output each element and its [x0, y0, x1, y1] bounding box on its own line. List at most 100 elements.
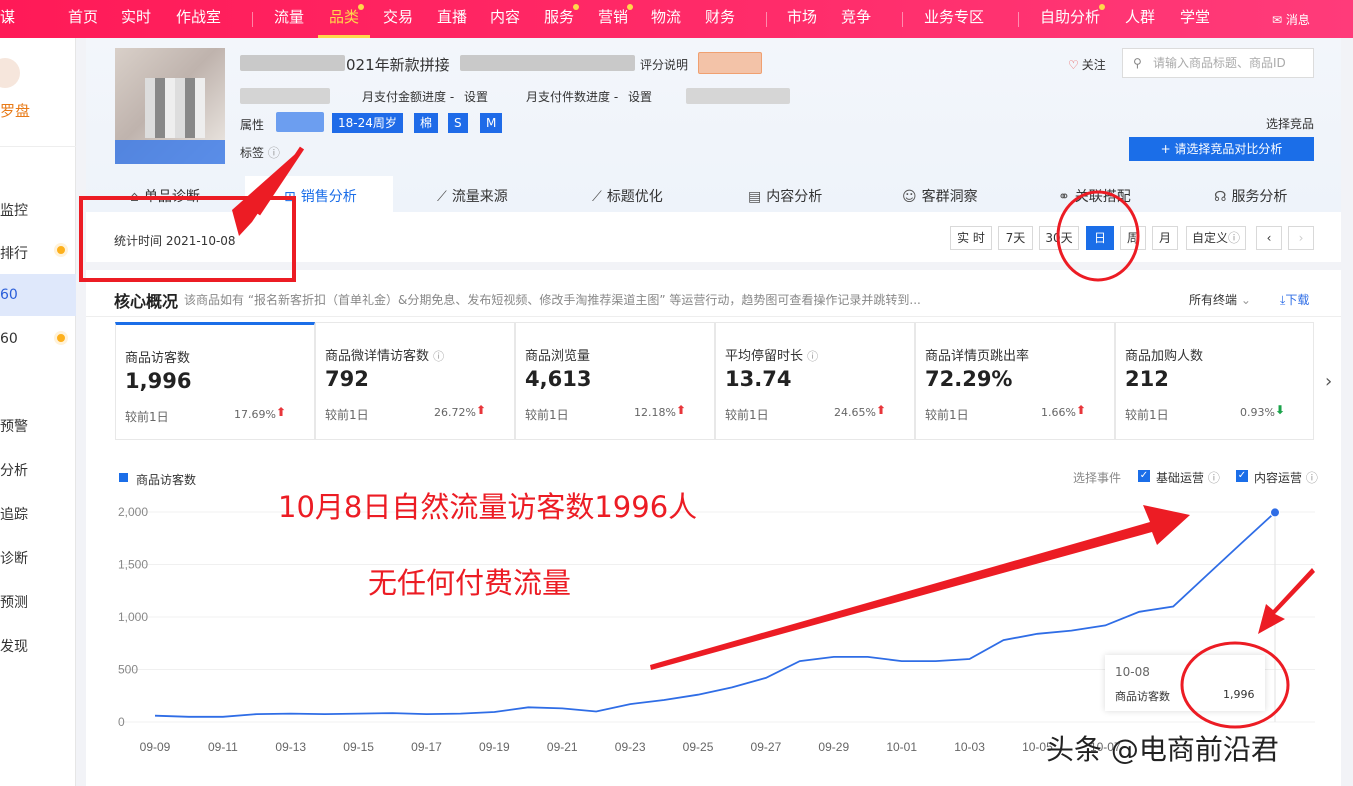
status-dot — [54, 243, 68, 257]
prev-button[interactable]: ‹ — [1256, 226, 1282, 250]
sidebar-item-alert[interactable]: 预警 — [0, 416, 28, 436]
tab-traffic-source[interactable]: ⟋ 流量来源 — [437, 186, 508, 206]
nav-home[interactable]: 首页 — [68, 6, 98, 27]
top-nav: 谋 首页 实时 作战室 流量 品类 交易 直播 内容 服务 营销 物流 财务 市… — [0, 0, 1353, 38]
sidebar-item-monitor[interactable]: 监控 — [0, 200, 28, 220]
sidebar-item-60[interactable]: 60 — [0, 331, 18, 347]
metric-title: 商品微详情访客数 ⓘ — [325, 345, 444, 364]
metric-value: 1,996 — [125, 369, 192, 393]
nav-content[interactable]: 内容 — [490, 6, 520, 27]
metric-card[interactable]: 商品访客数 1,996 较前1日 17.69% ⬆ — [115, 322, 315, 440]
sidebar-item-diagnose[interactable]: 诊断 — [0, 548, 28, 568]
nav-traffic[interactable]: 流量 — [274, 6, 304, 27]
sidebar-item-track[interactable]: 追踪 — [0, 504, 28, 524]
time-30d-button[interactable]: 30天 — [1039, 226, 1079, 250]
checkbox-content[interactable]: ✓ — [1236, 470, 1248, 482]
download-label: 下载 — [1285, 293, 1310, 307]
nav-self-analysis[interactable]: 自助分析 — [1040, 4, 1106, 27]
nav-marketing[interactable]: 营销 — [598, 4, 634, 27]
rating-link[interactable]: 评分说明 — [640, 56, 688, 73]
metric-card[interactable]: 商品加购人数 212 较前1日 0.93% ⬇ — [1115, 322, 1314, 440]
metric-card[interactable]: 商品微详情访客数 ⓘ 792 较前1日 26.72% ⬆ — [315, 322, 515, 440]
tab-bar — [86, 178, 1341, 212]
set-link[interactable]: 设置 — [628, 88, 652, 105]
tab-sales-analysis[interactable]: ⊞ 销售分析 — [284, 186, 357, 206]
nav-service[interactable]: 服务 — [544, 4, 580, 27]
tab-label: 单品诊断 — [143, 189, 200, 205]
nav-academy[interactable]: 学堂 — [1180, 6, 1210, 27]
next-button[interactable]: › — [1288, 226, 1314, 250]
tab-item-diagnosis[interactable]: ⌂ 单品诊断 — [130, 186, 200, 206]
tab-bundle[interactable]: ⚭ 关联搭配 — [1058, 186, 1131, 206]
metric-card[interactable]: 商品浏览量 4,613 较前1日 12.18% ⬆ — [515, 322, 715, 440]
time-realtime-button[interactable]: 实 时 — [950, 226, 992, 250]
checkbox-basic[interactable]: ✓ — [1138, 470, 1150, 482]
sidebar-item-analysis[interactable]: 分析 — [0, 460, 28, 480]
nav-realtime[interactable]: 实时 — [121, 6, 151, 27]
tab-content-analysis[interactable]: ▤ 内容分析 — [748, 186, 822, 206]
nav-business-zone[interactable]: 业务专区 — [924, 6, 984, 27]
tab-service-analysis[interactable]: ☊ 服务分析 — [1214, 186, 1287, 206]
tag-value: - — [298, 144, 303, 158]
arrow-up-icon: ⬆ — [675, 403, 686, 417]
tab-label: 服务分析 — [1231, 189, 1288, 205]
metric-change: 26.72% — [434, 406, 476, 419]
nav-market[interactable]: 市场 — [787, 6, 817, 27]
metric-change: 17.69% — [234, 408, 276, 421]
metric-title-text: 平均停留时长 — [725, 349, 804, 364]
nav-crowd[interactable]: 人群 — [1125, 6, 1155, 27]
checkbox-basic-text: 基础运营 — [1156, 471, 1205, 485]
nav-war-room[interactable]: 作战室 — [176, 6, 221, 27]
set-link[interactable]: 设置 — [464, 88, 488, 105]
time-week-button[interactable]: 周 — [1120, 226, 1146, 250]
nav-competition[interactable]: 竞争 — [841, 6, 871, 27]
metric-title: 平均停留时长 ⓘ — [725, 345, 818, 364]
trend-icon: ⟋ — [437, 189, 447, 205]
product-title: 021年新款拼接 — [346, 56, 450, 74]
nav-trade[interactable]: 交易 — [383, 6, 413, 27]
compare-button[interactable]: + 请选择竞品对比分析 — [1129, 137, 1314, 161]
help-icon: ⓘ — [433, 350, 445, 363]
core-description: 该商品如有 “报名新客折扣（首单礼金）&分期免息、发布短视频、修改手淘推荐渠道主… — [184, 293, 921, 307]
sidebar-item-forecast[interactable]: 预测 — [0, 592, 28, 612]
time-day-button[interactable]: 日 — [1086, 226, 1114, 250]
chevron-down-icon: ⌄ — [1240, 293, 1251, 307]
arrow-down-icon: ⬇ — [1274, 403, 1285, 417]
link-icon: ⚭ — [1058, 189, 1070, 205]
nav-logistics[interactable]: 物流 — [651, 6, 681, 27]
chart-icon: ⊞ — [284, 189, 296, 205]
time-7d-button[interactable]: 7天 — [998, 226, 1033, 250]
tab-label: 流量来源 — [451, 189, 508, 205]
message-button[interactable]: ✉ 消息 — [1272, 11, 1310, 28]
tab-title-optimize[interactable]: ⟋ 标题优化 — [592, 186, 663, 206]
metric-value: 4,613 — [525, 367, 592, 391]
attr-tag: M — [480, 113, 503, 133]
pay-amount-progress: 月支付金额进度 - — [362, 90, 455, 104]
metric-card[interactable]: 商品详情页跳出率 72.29% 较前1日 1.66% ⬆ — [915, 322, 1115, 440]
help-icon: ⓘ — [1305, 471, 1318, 485]
nav-live[interactable]: 直播 — [437, 6, 467, 27]
status-dot — [54, 331, 68, 345]
product-image — [115, 48, 225, 164]
attr-tag: 棉 — [414, 113, 439, 133]
pay-count-progress: 月支付件数进度 - — [526, 90, 619, 104]
download-link[interactable]: ⤓下载 — [1280, 291, 1309, 308]
nav-category[interactable]: 品类 — [329, 4, 365, 27]
help-icon[interactable]: ⓘ — [268, 146, 280, 160]
metric-card[interactable]: 平均停留时长 ⓘ 13.74 较前1日 24.65% ⬆ — [715, 322, 915, 440]
nav-finance[interactable]: 财务 — [705, 6, 735, 27]
search-input[interactable]: ⚲ 请输入商品标题、商品ID — [1122, 48, 1314, 78]
time-month-button[interactable]: 月 — [1152, 226, 1178, 250]
metric-title-text: 商品微详情访客数 — [325, 349, 430, 364]
sidebar-item-60-selected[interactable]: 60 — [0, 274, 76, 316]
chevron-right-icon[interactable]: › — [1325, 371, 1332, 392]
divider — [0, 146, 76, 147]
terminal-select[interactable]: 所有终端 ⌄ — [1189, 291, 1251, 308]
time-custom-button[interactable]: 自定义ⓘ — [1186, 226, 1246, 250]
tab-customer-insight[interactable]: ☺ 客群洞察 — [902, 186, 978, 206]
arrow-up-icon: ⬆ — [275, 405, 286, 419]
follow-button[interactable]: ♡ 关注 — [1068, 56, 1106, 73]
sidebar-item-rank[interactable]: 排行 — [0, 243, 28, 263]
sidebar-item-discover[interactable]: 发现 — [0, 636, 28, 656]
blurred-text — [240, 55, 345, 71]
